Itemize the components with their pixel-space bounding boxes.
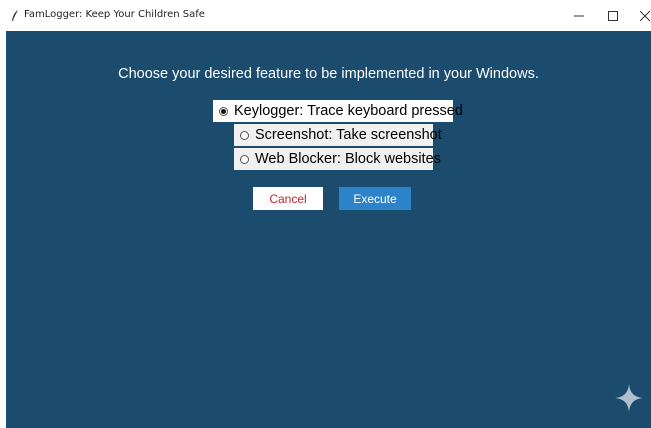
option-label: Web Blocker: Block websites [255, 151, 441, 167]
radio-unselected-icon[interactable] [240, 154, 249, 164]
maximize-icon [608, 10, 618, 21]
app-window: FamLogger: Keep Your Children Safe Choos… [0, 0, 651, 428]
title-bar[interactable]: FamLogger: Keep Your Children Safe [0, 0, 651, 31]
main-panel: Choose your desired feature to be implem… [6, 31, 651, 428]
minimize-icon [574, 15, 584, 16]
option-label: Keylogger: Trace keyboard pressed [234, 103, 463, 119]
option-label: Screenshot: Take screenshot [255, 127, 442, 143]
sparkle-icon [615, 384, 643, 412]
option-keylogger[interactable]: Keylogger: Trace keyboard pressed [213, 100, 463, 122]
option-screenshot[interactable]: Screenshot: Take screenshot [234, 124, 442, 146]
close-button[interactable] [622, 0, 651, 31]
cancel-button[interactable]: Cancel [253, 187, 323, 210]
option-web-blocker[interactable]: Web Blocker: Block websites [234, 148, 441, 170]
feather-icon [12, 10, 18, 21]
window-title: FamLogger: Keep Your Children Safe [24, 9, 205, 20]
radio-selected-icon[interactable] [219, 106, 228, 116]
execute-button[interactable]: Execute [339, 187, 411, 210]
radio-unselected-icon[interactable] [240, 130, 249, 140]
prompt-text: Choose your desired feature to be implem… [118, 66, 539, 82]
close-icon [640, 10, 650, 21]
